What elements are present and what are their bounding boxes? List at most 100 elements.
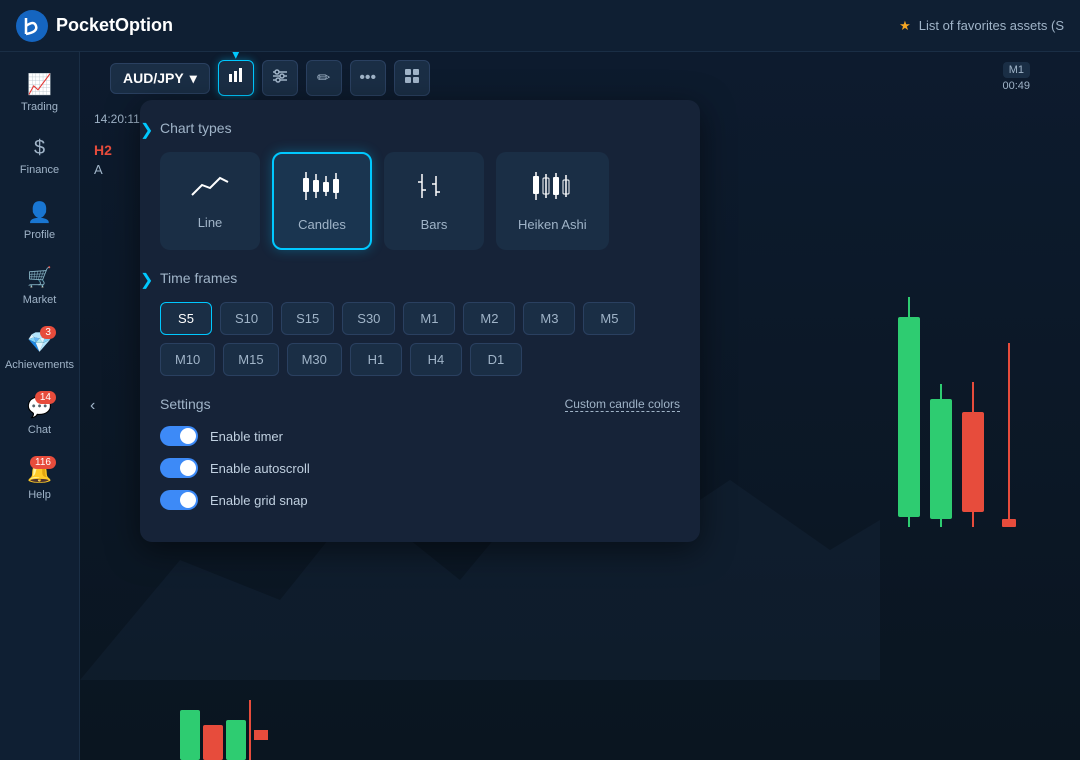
chart-labels: H2 A (94, 142, 112, 177)
tf-s15[interactable]: S15 (281, 302, 334, 335)
achievements-badge: 3 (40, 326, 56, 339)
sidebar-item-label-chat: Chat (28, 424, 51, 436)
pencil-icon: ✏ (317, 68, 330, 88)
achievements-badge-wrap: 💎 3 (27, 330, 52, 355)
settings-title: Settings (160, 396, 211, 412)
bars-label: Bars (421, 217, 448, 232)
a-label: A (94, 162, 112, 177)
tf-s10[interactable]: S10 (220, 302, 273, 335)
sidebar-item-chat[interactable]: 💬 14 Chat (6, 385, 74, 446)
layout-button[interactable] (394, 60, 430, 96)
tf-d1[interactable]: D1 (470, 343, 522, 376)
help-badge: 116 (30, 456, 56, 469)
tf-m5[interactable]: M5 (583, 302, 635, 335)
grid-icon (403, 67, 421, 90)
more-icon: ••• (359, 69, 376, 87)
toolbar: AUD/JPY ▾ ▾ (80, 52, 1080, 104)
candle-1 (898, 297, 920, 527)
custom-candle-colors-link[interactable]: Custom candle colors (565, 397, 680, 412)
mini-candle-1 (180, 710, 200, 760)
chevron-down-icon: ▾ (231, 52, 240, 64)
line-label: Line (198, 215, 223, 230)
header-right: ★ List of favorites assets (S (899, 18, 1064, 34)
chat-badge-wrap: 💬 14 (27, 395, 52, 420)
settings-icon (271, 67, 289, 90)
sidebar-item-label-achievements: Achievements (5, 359, 74, 371)
chart-type-button[interactable]: ▾ (218, 60, 254, 96)
settings-button[interactable] (262, 60, 298, 96)
bars-chart-icon (414, 170, 454, 209)
sidebar-item-market[interactable]: 🛒 Market (6, 255, 74, 316)
chart-icon (226, 66, 246, 91)
tf-h4[interactable]: H4 (410, 343, 462, 376)
heiken-ashi-icon (530, 170, 574, 209)
candles-label: Candles (298, 217, 346, 232)
tf-m2[interactable]: M2 (463, 302, 515, 335)
chart-types-row: Line (160, 152, 680, 250)
chart-type-candles[interactable]: Candles (272, 152, 372, 250)
sidebar-item-help[interactable]: 🔔 116 Help (6, 450, 74, 511)
expand-arrow-top[interactable]: ❯ (140, 120, 153, 140)
chart-type-line[interactable]: Line (160, 152, 260, 250)
expand-arrow-timeframes[interactable]: ❯ (140, 270, 153, 290)
toggle-autoscroll[interactable] (160, 458, 198, 478)
tf-s30[interactable]: S30 (342, 302, 395, 335)
asset-selector[interactable]: AUD/JPY ▾ (110, 63, 210, 94)
heiken-ashi-label: Heiken Ashi (518, 217, 587, 232)
favorites-label: List of favorites assets (S (919, 18, 1064, 33)
more-button[interactable]: ••• (350, 60, 386, 96)
trading-icon: 📈 (27, 72, 52, 97)
timeframes-section: ❯ Time frames (160, 270, 680, 286)
sidebar-item-trading[interactable]: 📈 Trading (6, 62, 74, 123)
candle-4 (1002, 343, 1016, 527)
profile-icon: 👤 (27, 200, 52, 225)
sidebar-item-label-market: Market (23, 294, 57, 306)
settings-header: Settings Custom candle colors (160, 396, 680, 412)
chart-types-title: Chart types (160, 120, 680, 136)
tf-s5[interactable]: S5 (160, 302, 212, 335)
timeframes-grid: S5 S10 S15 S30 M1 M2 M3 M5 M10 M15 M30 H… (160, 302, 680, 376)
timeframes-title: Time frames (160, 270, 680, 286)
candles-display (860, 107, 1080, 607)
toggle-gridsnap[interactable] (160, 490, 198, 510)
tf-m3[interactable]: M3 (523, 302, 575, 335)
mini-candle-3 (226, 720, 246, 760)
toggle-timer-label: Enable timer (210, 429, 283, 444)
toggle-autoscroll-label: Enable autoscroll (210, 461, 310, 476)
chart-area: ‹ AUD/JPY ▾ ▾ (80, 52, 1080, 760)
chat-badge: 14 (35, 391, 56, 404)
back-arrow[interactable]: ‹ (90, 52, 95, 760)
mini-candle-5 (254, 730, 268, 740)
logo-icon (16, 10, 48, 42)
toggle-timer[interactable] (160, 426, 198, 446)
chart-type-bars[interactable]: Bars (384, 152, 484, 250)
sidebar-item-profile[interactable]: 👤 Profile (6, 190, 74, 251)
candle-3 (962, 382, 984, 527)
asset-chevron: ▾ (190, 70, 197, 87)
logo: PocketOption (16, 10, 173, 42)
sidebar-item-finance[interactable]: $ Finance (6, 127, 74, 186)
candles-chart-icon (300, 170, 344, 209)
chart-settings-popup: ❯ Chart types Line (140, 100, 700, 542)
tf-m10[interactable]: M10 (160, 343, 215, 376)
tf-m15[interactable]: M15 (223, 343, 278, 376)
tf-h1[interactable]: H1 (350, 343, 402, 376)
mini-candle-2 (203, 725, 223, 760)
sidebar-item-achievements[interactable]: 💎 3 Achievements (6, 320, 74, 381)
toggle-gridsnap-row: Enable grid snap (160, 490, 680, 510)
main-layout: 📈 Trading $ Finance 👤 Profile 🛒 Market 💎… (0, 52, 1080, 760)
candle-2 (930, 384, 952, 527)
sidebar-item-label-trading: Trading (21, 101, 58, 113)
sidebar-item-label-profile: Profile (24, 229, 55, 241)
toggle-autoscroll-row: Enable autoscroll (160, 458, 680, 478)
line-chart-icon (190, 170, 230, 207)
star-icon: ★ (899, 18, 911, 34)
chart-type-heiken-ashi[interactable]: Heiken Ashi (496, 152, 609, 250)
header: PocketOption ★ List of favorites assets … (0, 0, 1080, 52)
mini-candle-4 (249, 700, 251, 760)
logo-text: PocketOption (56, 15, 173, 36)
finance-icon: $ (34, 137, 45, 160)
tf-m30[interactable]: M30 (287, 343, 342, 376)
draw-button[interactable]: ✏ (306, 60, 342, 96)
tf-m1[interactable]: M1 (403, 302, 455, 335)
